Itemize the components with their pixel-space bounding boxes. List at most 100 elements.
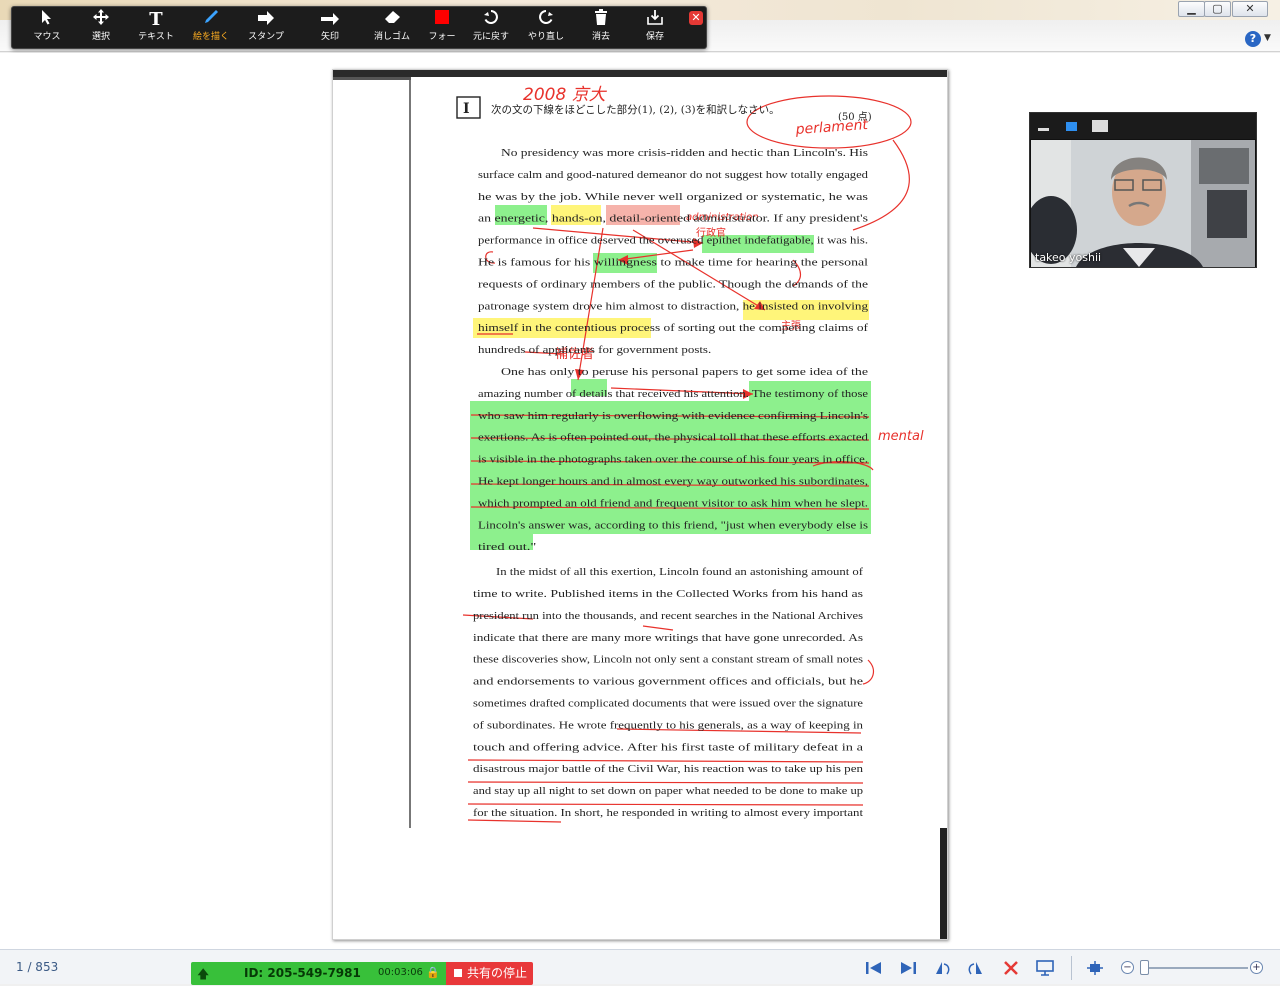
scan-border-shadow <box>333 77 411 80</box>
passage-line: He is famous for his willingness to make… <box>478 257 868 269</box>
minimize-button[interactable]: ▁ <box>1178 1 1205 17</box>
tool-label: 消しゴム <box>373 32 410 42</box>
tool-label: テキスト <box>138 32 174 42</box>
chevron-down-icon[interactable]: ▼ <box>1264 33 1271 43</box>
close-window-button[interactable]: ✕ <box>1232 1 1268 17</box>
passage-line: No presidency was more crisis-ridden and… <box>501 147 868 159</box>
help-icon[interactable]: ? <box>1245 31 1261 47</box>
participant-video[interactable]: takeo yoshii <box>1029 112 1257 268</box>
pen-icon <box>184 9 238 31</box>
passage-line: and stay up all night to set down on pap… <box>473 785 863 797</box>
fit-page-icon[interactable] <box>1086 960 1104 976</box>
passage-line: tired out." <box>478 541 536 553</box>
passage-line: Lincoln's answer was, according to this … <box>478 519 868 531</box>
view-mode-icon[interactable] <box>1066 122 1077 131</box>
passage-line: disastrous major battle of the Civil War… <box>473 763 864 775</box>
passage-line: is visible in the photographs taken over… <box>478 454 868 466</box>
color-swatch-icon <box>415 9 469 31</box>
last-page-icon[interactable] <box>899 960 917 976</box>
section-label: I <box>463 101 470 117</box>
video-feed: takeo yoshii <box>1031 140 1255 267</box>
status-bar: 1 / 853 🡅 ID: 205-549-7981 00:03:06 🔒 共有… <box>0 949 1280 985</box>
passage-line: He kept longer hours and in almost every… <box>478 476 868 488</box>
page-canvas: 2008 京大 perlament administration 行政官 補佐者… <box>333 70 947 939</box>
rotate-left-icon[interactable] <box>933 960 951 976</box>
passage-line: requests of ordinary members of the publ… <box>478 278 868 290</box>
minimize-video-icon[interactable] <box>1038 128 1049 131</box>
passage-line: who saw him regularly is overflowing wit… <box>478 410 868 422</box>
tool-select[interactable]: 選択 <box>74 9 128 47</box>
passage-line: an energetic, hands-on, detail-oriented … <box>478 213 868 225</box>
tool-draw[interactable]: 絵を描く <box>184 9 238 47</box>
tool-label: フォー <box>428 32 456 42</box>
share-status-bar: 🡅 ID: 205-549-7981 00:03:06 🔒 <box>191 962 446 985</box>
stamp-arrow-icon <box>239 9 293 31</box>
passage-line: One has only to peruse his personal pape… <box>501 366 868 378</box>
passage-line: of subordinates. He wrote frequently to … <box>473 719 864 731</box>
zoom-slider-thumb[interactable] <box>1140 960 1149 975</box>
annotation-mental: mental <box>878 429 924 444</box>
tool-save[interactable]: 保存 <box>628 9 682 47</box>
stop-icon <box>454 969 462 977</box>
points-text: (50 点) <box>838 111 872 123</box>
video-controls <box>1030 113 1256 139</box>
passage-line: exertions. As is often pointed out, the … <box>478 432 869 444</box>
page-counter: 1 / 853 <box>16 960 59 974</box>
tool-label: 絵を描く <box>192 32 229 42</box>
arrow-icon <box>303 9 357 31</box>
tool-stamp[interactable]: スタンプ <box>239 9 293 47</box>
first-page-icon[interactable] <box>865 960 883 976</box>
annotation-year: 2008 京大 <box>523 85 608 105</box>
redo-icon <box>519 9 573 31</box>
scan-border-top <box>333 70 947 77</box>
tool-label: スタンプ <box>248 32 284 42</box>
tool-label: マウス <box>33 32 61 42</box>
webcam-image <box>1031 140 1255 267</box>
delete-icon[interactable] <box>1002 960 1020 976</box>
zoom-slider-track[interactable] <box>1142 967 1248 969</box>
tool-label: やり直し <box>527 32 564 42</box>
passage-line: performance in office deserved the overu… <box>478 235 868 247</box>
tool-redo[interactable]: やり直し <box>519 9 573 47</box>
tool-arrow[interactable]: 矢印 <box>303 9 357 47</box>
text-icon: T <box>149 9 163 30</box>
tool-undo[interactable]: 元に戻す <box>464 9 518 47</box>
move-icon <box>74 9 128 31</box>
tool-label: 矢印 <box>320 32 339 42</box>
tool-format[interactable]: フォー <box>415 9 469 47</box>
annotation-toolbar: マウス 選択 T テキスト 絵を描く スタンプ 矢印 消しゴム フォー 元に戻す… <box>11 6 707 49</box>
passage-line: patronage system drove him almost to dis… <box>478 300 869 312</box>
zoom-out-button[interactable]: − <box>1121 961 1134 974</box>
scan-gutter-line <box>409 80 411 828</box>
passage-line: he was by the job. While never well orga… <box>478 191 868 203</box>
passage-line: which prompted an old friend and frequen… <box>478 497 868 509</box>
maximize-button[interactable]: ▢ <box>1204 1 1231 17</box>
tool-eraser[interactable]: 消しゴム <box>365 9 419 47</box>
tool-label: 保存 <box>645 32 664 42</box>
cursor-icon <box>20 9 74 31</box>
tool-label: 元に戻す <box>472 32 509 42</box>
participant-name: takeo yoshii <box>1035 251 1102 264</box>
rotate-right-icon[interactable] <box>967 960 985 976</box>
share-arrow-icon[interactable]: 🡅 <box>197 965 209 986</box>
passage-line: hundreds of applicants for government po… <box>478 344 711 356</box>
present-icon[interactable] <box>1036 960 1054 976</box>
zoom-in-button[interactable]: + <box>1250 961 1263 974</box>
undo-icon <box>464 9 518 31</box>
passage-line: and endorsements to various government o… <box>473 676 863 688</box>
close-toolbar-button[interactable]: ✕ <box>689 11 703 25</box>
eraser-icon <box>365 9 419 31</box>
passage-line: surface calm and good-natured demeanor d… <box>478 169 869 181</box>
passage-line: amazing number of details that received … <box>478 388 868 400</box>
passage-line: touch and offering advice. After his fir… <box>473 741 863 753</box>
instruction-text: 次の文の下線をほどこした部分(1), (2), (3)を和訳しなさい。 <box>491 103 780 116</box>
expand-video-icon[interactable] <box>1092 120 1108 132</box>
meeting-id: ID: 205-549-7981 <box>244 966 361 980</box>
document-page: 2008 京大 perlament administration 行政官 補佐者… <box>332 69 948 940</box>
lock-icon[interactable]: 🔒 <box>426 966 440 979</box>
tool-text[interactable]: T テキスト <box>129 9 183 47</box>
stop-share-button[interactable]: 共有の停止 <box>446 962 533 985</box>
tool-mouse[interactable]: マウス <box>20 9 74 47</box>
stop-share-label: 共有の停止 <box>467 966 528 980</box>
tool-clear[interactable]: 消去 <box>574 9 628 47</box>
